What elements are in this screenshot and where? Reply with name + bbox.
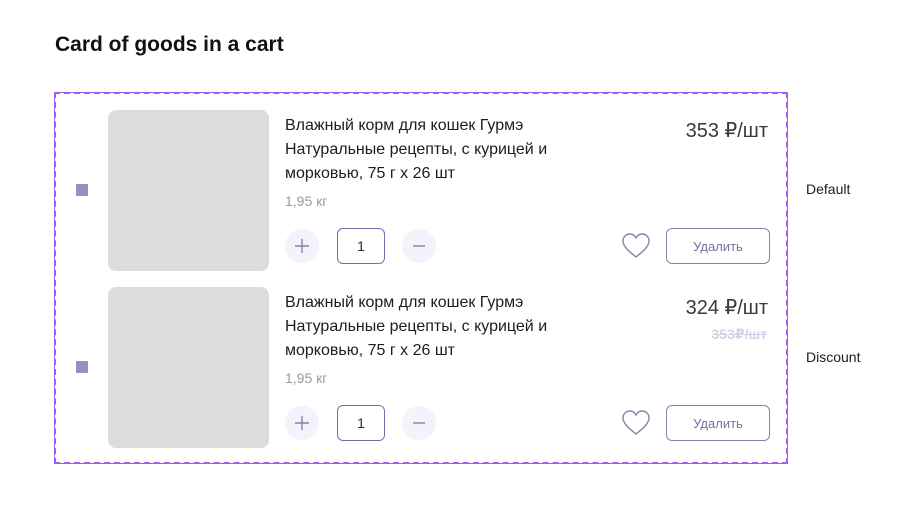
- decrease-quantity-button[interactable]: [402, 406, 436, 440]
- minus-icon: [413, 245, 425, 247]
- increase-quantity-button[interactable]: [285, 229, 319, 263]
- quantity-input[interactable]: [337, 405, 385, 441]
- page-title: Card of goods in a cart: [55, 33, 284, 56]
- product-image-placeholder[interactable]: [108, 287, 269, 448]
- unit-price: 324 ₽/шт: [685, 297, 768, 319]
- minus-icon: [413, 422, 425, 424]
- decrease-quantity-button[interactable]: [402, 229, 436, 263]
- select-checkbox[interactable]: [76, 361, 88, 373]
- plus-icon: [295, 239, 309, 253]
- delete-button[interactable]: Удалить: [666, 405, 770, 441]
- product-title[interactable]: Влажный корм для кошек Гурмэ Натуральные…: [285, 114, 595, 186]
- product-title[interactable]: Влажный корм для кошек Гурмэ Натуральные…: [285, 291, 595, 363]
- increase-quantity-button[interactable]: [285, 406, 319, 440]
- state-label-default: Default: [806, 181, 851, 197]
- heart-icon[interactable]: [621, 409, 651, 437]
- old-price-strikethrough: 353₽/шт: [711, 326, 767, 342]
- product-weight: 1,95 кг: [285, 193, 328, 209]
- component-frame: Влажный корм для кошек Гурмэ Натуральные…: [54, 92, 788, 464]
- heart-icon[interactable]: [621, 232, 651, 260]
- plus-icon: [295, 416, 309, 430]
- unit-price: 353 ₽/шт: [685, 120, 768, 142]
- select-checkbox[interactable]: [76, 184, 88, 196]
- state-label-discount: Discount: [806, 349, 861, 365]
- quantity-input[interactable]: [337, 228, 385, 264]
- page: Card of goods in a cart Влажный корм для…: [0, 0, 923, 514]
- delete-button[interactable]: Удалить: [666, 228, 770, 264]
- product-image-placeholder[interactable]: [108, 110, 269, 271]
- cart-item-card-default: Влажный корм для кошек Гурмэ Натуральные…: [56, 108, 786, 278]
- product-weight: 1,95 кг: [285, 370, 328, 386]
- cart-item-card-discount: Влажный корм для кошек Гурмэ Натуральные…: [56, 285, 786, 455]
